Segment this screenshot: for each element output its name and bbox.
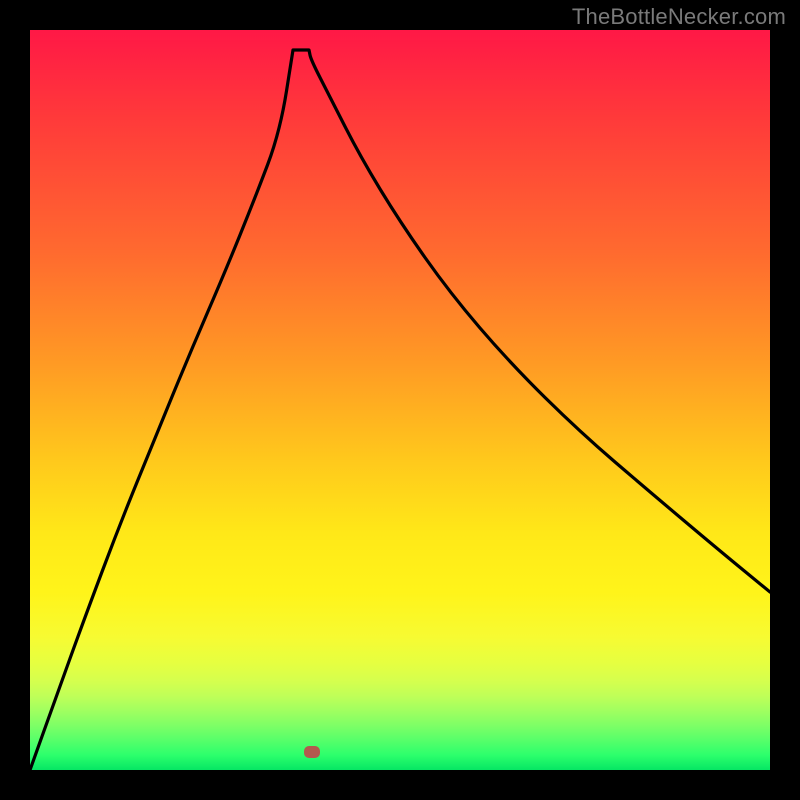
- bottleneck-curve: [30, 30, 770, 770]
- optimum-marker: [304, 746, 320, 758]
- plot-area: [30, 30, 770, 770]
- watermark-text: TheBottleNecker.com: [572, 4, 786, 30]
- chart-frame: TheBottleNecker.com: [0, 0, 800, 800]
